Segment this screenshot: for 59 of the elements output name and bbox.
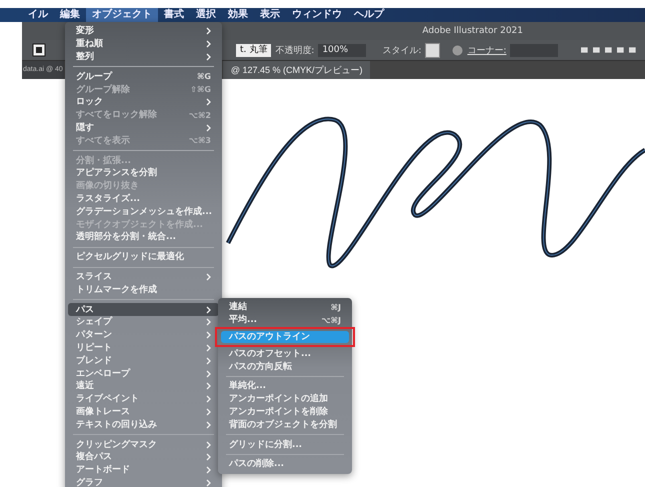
menu-item[interactable]: パスの方向反転 <box>221 360 349 373</box>
shortcut-text: ⌥⌘3 <box>188 136 211 146</box>
brush-field[interactable]: t. 丸筆 <box>236 44 272 56</box>
menu-item[interactable]: ピクセルグリッドに最適化 <box>68 250 219 264</box>
menu-item[interactable]: ロック <box>68 96 219 109</box>
menu-item[interactable]: エンベロープ <box>68 367 219 380</box>
menu-item[interactable]: 隠す <box>68 122 219 134</box>
menu-bar-item[interactable]: 選択 <box>190 8 222 22</box>
menu-item[interactable]: 複合パス <box>68 450 219 464</box>
menu-item[interactable]: アンカーポイントを削除 <box>221 406 349 418</box>
menu-item[interactable]: 平均... ⌥⌘J <box>221 314 349 327</box>
menu-bar-item[interactable]: 効果 <box>222 8 254 22</box>
menu-item[interactable]: パターン <box>68 328 219 342</box>
menu-item[interactable]: 変形 <box>68 25 219 38</box>
menu-item[interactable]: ライブペイント <box>68 392 219 406</box>
menu-item[interactable]: アピアランスを分割 <box>68 166 219 180</box>
menu-item[interactable]: 透明部分を分割・統合... <box>68 230 219 244</box>
document-tab[interactable]: @ 127.45 % (CMYK/プレビュー) <box>222 61 370 79</box>
menu-bar-item[interactable]: イル <box>22 8 54 22</box>
menu-item[interactable]: リピート <box>68 342 219 354</box>
opacity-field[interactable]: 100% <box>318 44 366 56</box>
shortcut-text: ⌘J <box>330 302 341 312</box>
menu-item[interactable]: 画像トレース <box>68 406 219 418</box>
corner-label: コーナー: <box>467 44 506 56</box>
menu-item[interactable]: クリッピングマスク <box>68 438 219 451</box>
menu-item[interactable]: 遠近 <box>68 380 219 393</box>
menu-item[interactable]: 重ね順 <box>68 38 219 51</box>
shortcut-text: ⌘G <box>197 72 211 82</box>
shortcut-text: ⌥⌘J <box>321 316 341 325</box>
menu-item[interactable]: グリッドに分割... <box>221 438 349 451</box>
menu-item[interactable]: パスのオフセット... <box>221 347 349 360</box>
opacity-label: 不透明度: <box>275 44 314 56</box>
menu-item[interactable]: テキストの回り込み <box>68 418 219 432</box>
menu-bar-item[interactable]: 書式 <box>158 8 190 22</box>
menu-item[interactable]: アンカーポイントの追加 <box>221 392 349 406</box>
menu-bar-item[interactable]: 表示 <box>254 8 286 22</box>
menu-item[interactable]: シェイプ <box>68 316 219 329</box>
menu-item[interactable]: 背面のオブジェクトを分割 <box>221 418 349 432</box>
menu-item[interactable]: スライス <box>68 270 219 284</box>
shortcut-text: ⇧⌘G <box>190 85 211 94</box>
menu-item[interactable]: ラスタライズ... <box>68 192 219 206</box>
menu-bar-item[interactable]: オブジェクト <box>86 8 158 22</box>
menu-bar-item[interactable]: ヘルプ <box>348 8 390 22</box>
shortcut-text: ⌥⌘2 <box>188 110 211 120</box>
menu-bar-item[interactable]: 編集 <box>54 8 86 22</box>
menu-item[interactable]: 整列 <box>68 50 219 64</box>
menu-item[interactable]: 連結 ⌘J <box>221 301 349 314</box>
window-title: Adobe Illustrator 2021 <box>422 26 523 36</box>
menu-item[interactable]: 単純化... <box>221 380 349 393</box>
style-label: スタイル: <box>382 44 422 56</box>
menu-item[interactable]: アートボード <box>68 464 219 476</box>
menu-item[interactable]: グループ ⌘G <box>68 70 219 84</box>
menu-item[interactable]: トリムマークを作成 <box>68 283 219 296</box>
menu-item[interactable]: パス <box>68 303 219 316</box>
menu-item[interactable]: パスの削除... <box>221 458 349 471</box>
menu-bar-item[interactable]: ウィンドウ <box>286 8 348 22</box>
menu-item[interactable]: グラデーションメッシュを作成... <box>68 205 219 218</box>
menu-item[interactable]: ブレンド <box>68 354 219 368</box>
menu-item[interactable]: グラフ <box>68 476 219 487</box>
